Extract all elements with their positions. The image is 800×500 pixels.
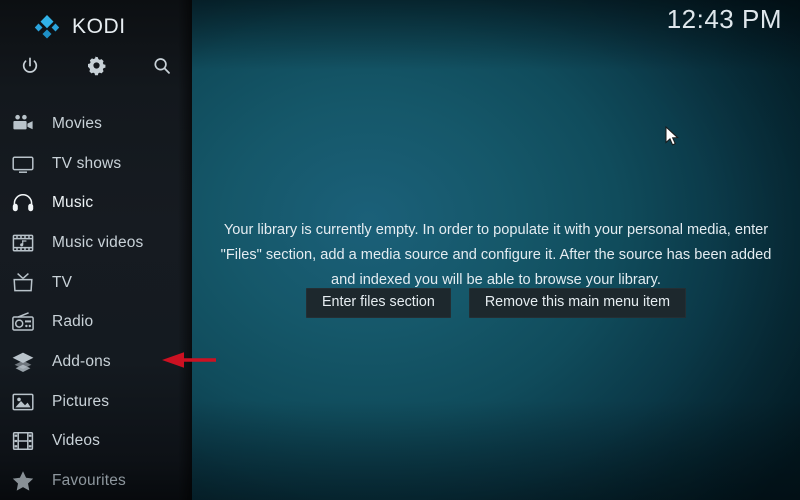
sidebar-item-tv[interactable]: TV [0, 263, 192, 303]
picture-icon [10, 389, 36, 415]
settings-button[interactable] [78, 50, 114, 86]
sidebar-item-favourites[interactable]: Favourites [0, 461, 192, 500]
sidebar-item-music-videos[interactable]: Music videos [0, 223, 192, 263]
sidebar-item-music[interactable]: Music [0, 183, 192, 223]
movie-camera-icon [10, 111, 36, 137]
power-icon [20, 56, 40, 81]
empty-library-panel: Your library is currently empty. In orde… [192, 0, 800, 500]
remove-main-menu-item-button[interactable]: Remove this main menu item [468, 288, 686, 318]
search-icon [152, 56, 172, 81]
sidebar-toolbar [0, 50, 192, 86]
power-button[interactable] [12, 50, 48, 86]
radio-icon [10, 309, 36, 335]
sidebar-nav: Movies TV shows Music Music videos TV Ra… [0, 104, 192, 500]
sidebar-item-label: TV [52, 273, 73, 291]
sidebar-item-label: Add-ons [52, 352, 111, 370]
sidebar-item-label: Videos [52, 432, 101, 450]
sidebar-item-label: Movies [52, 114, 102, 132]
headphones-icon [10, 190, 36, 216]
star-icon [10, 468, 36, 494]
music-film-icon [10, 230, 36, 256]
kodi-logo-icon [32, 12, 62, 42]
sidebar-item-label: Pictures [52, 392, 110, 410]
sidebar-item-label: Radio [52, 313, 94, 331]
sidebar-item-add-ons[interactable]: Add-ons [0, 342, 192, 382]
app-logo[interactable]: KODI [0, 8, 192, 46]
television-icon [10, 151, 36, 177]
sidebar-item-videos[interactable]: Videos [0, 422, 192, 462]
sidebar-item-tv-shows[interactable]: TV shows [0, 144, 192, 184]
app-title: KODI [72, 15, 126, 38]
empty-library-message: Your library is currently empty. In orde… [220, 222, 772, 288]
sidebar-item-label: Music videos [52, 233, 144, 251]
sidebar: KODI Movies TV shows Music Music videos … [0, 0, 192, 500]
tv-antenna-icon [10, 270, 36, 296]
gear-icon [86, 55, 107, 81]
empty-library-actions: Enter files section Remove this main men… [210, 288, 782, 318]
sidebar-item-label: Music [52, 194, 94, 212]
sidebar-item-radio[interactable]: Radio [0, 302, 192, 342]
sidebar-item-pictures[interactable]: Pictures [0, 382, 192, 422]
kodi-window: 12:43 PM Your library is currently empty… [0, 0, 800, 500]
sidebar-item-movies[interactable]: Movies [0, 104, 192, 144]
search-button[interactable] [144, 50, 180, 86]
film-strip-icon [10, 428, 36, 454]
layers-icon [10, 349, 36, 375]
enter-files-section-button[interactable]: Enter files section [306, 288, 451, 318]
sidebar-item-label: Favourites [52, 472, 126, 490]
clock: 12:43 PM [666, 4, 782, 34]
sidebar-item-label: TV shows [52, 154, 122, 172]
